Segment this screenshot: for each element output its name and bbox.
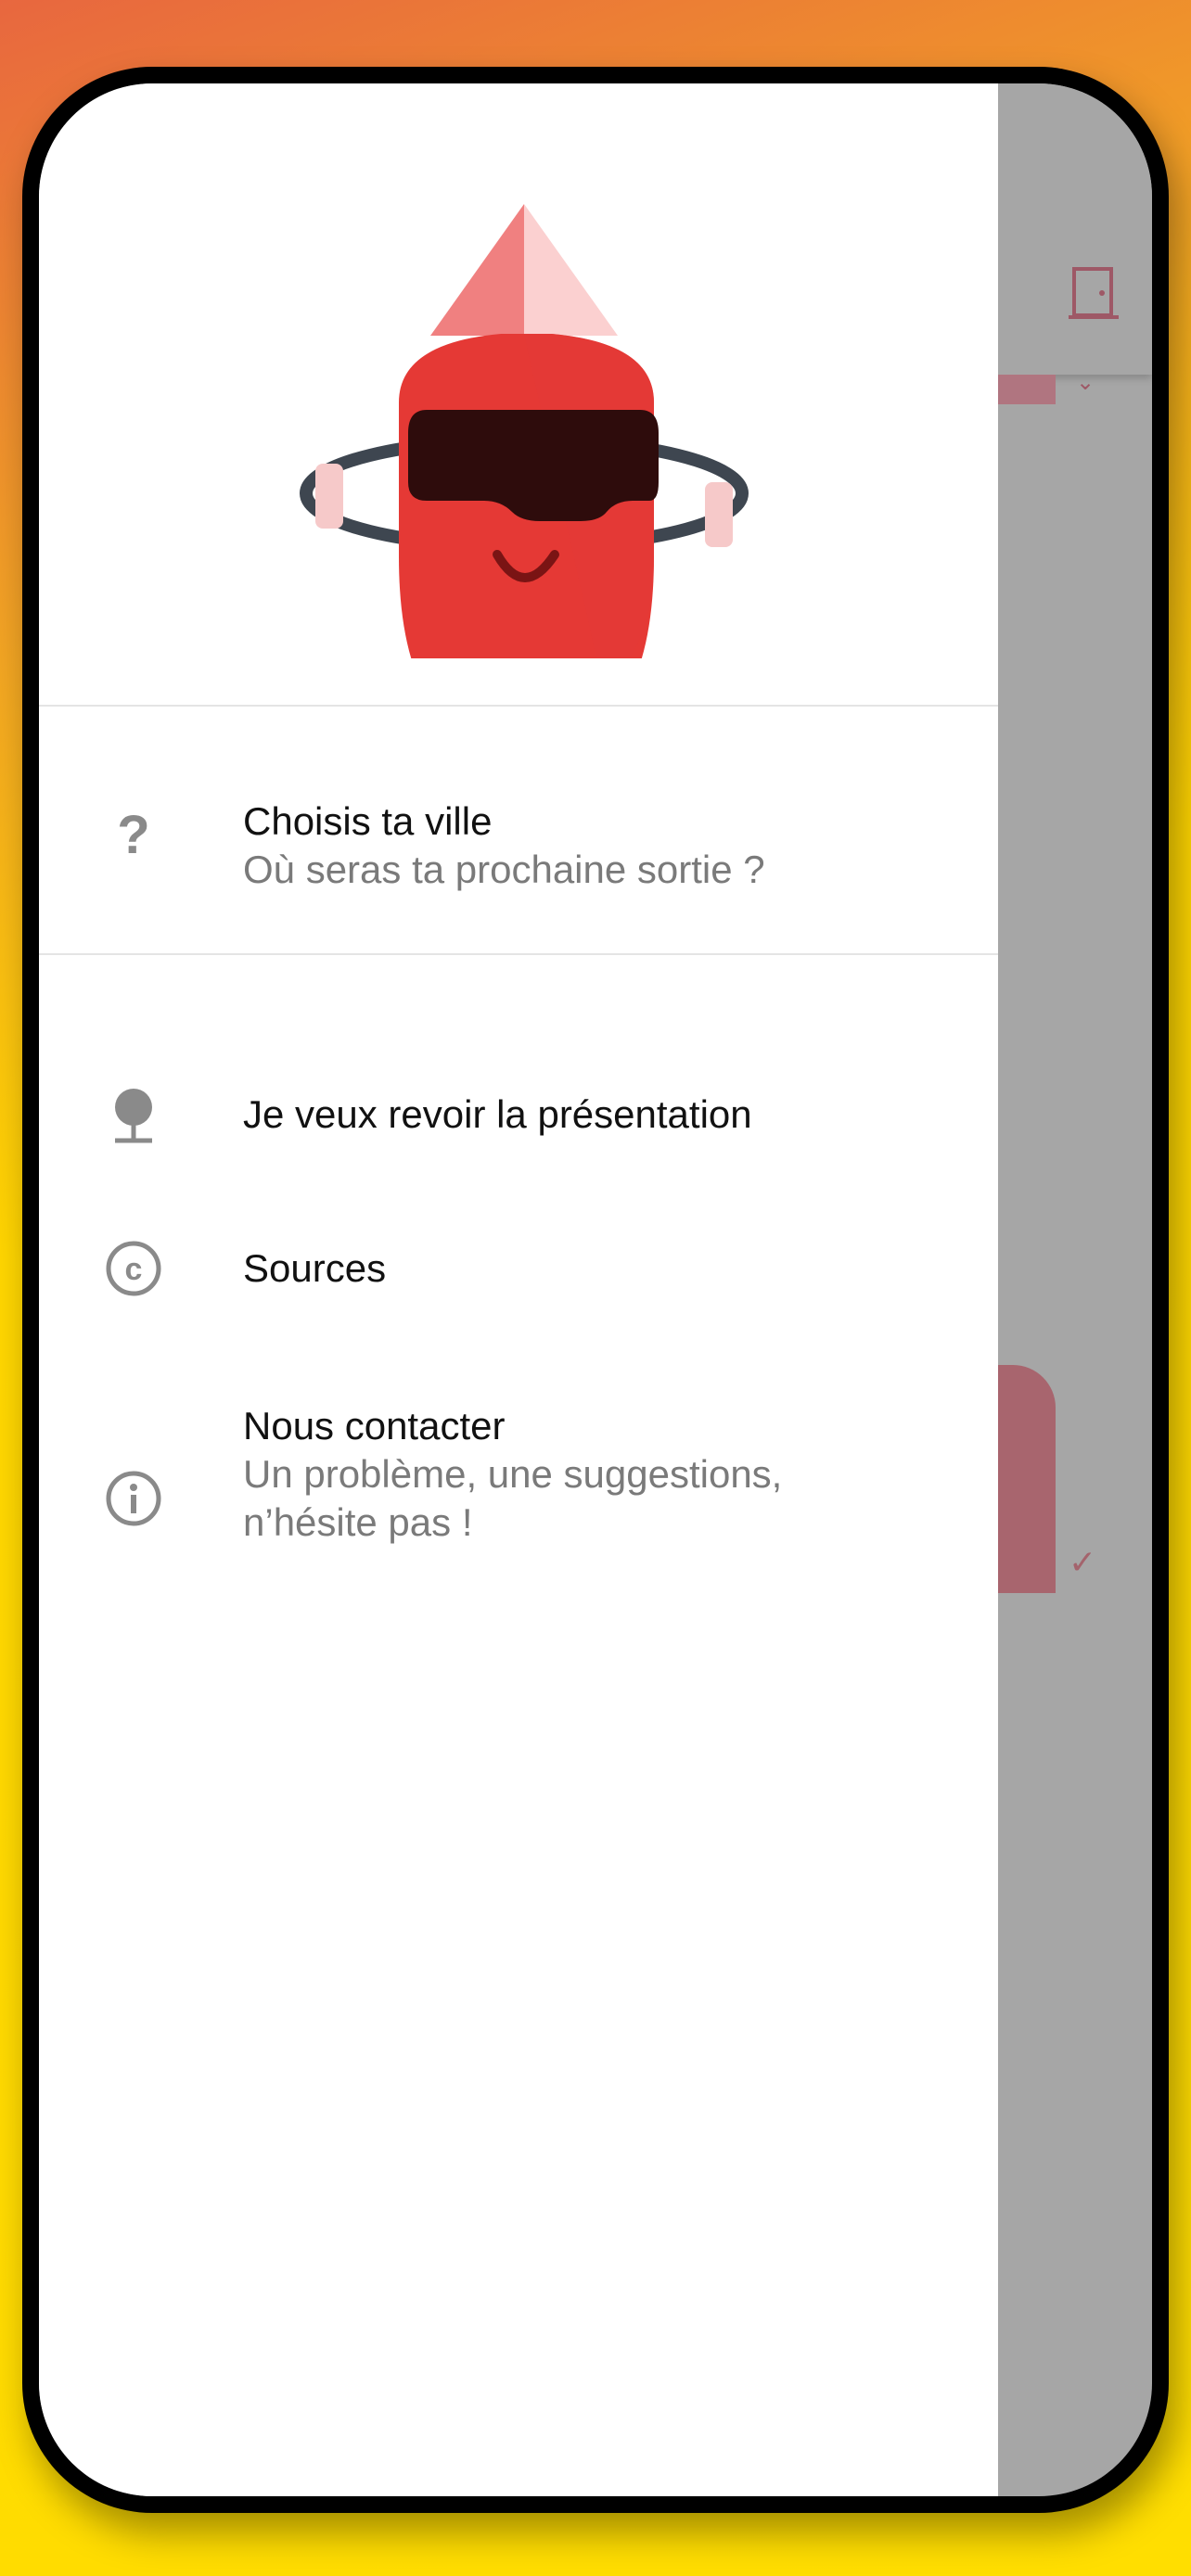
phone-screen: ⌄ ✓ ? Choisis ta ville Où seras ta proch… <box>39 83 1152 2496</box>
menu-item-presentation[interactable]: Je veux revoir la présentation <box>39 1085 998 1178</box>
copyright-icon: c <box>106 1241 161 1296</box>
check-icon: ✓ <box>1069 1543 1097 1581</box>
vr-mascot-logo <box>300 204 749 658</box>
menu-item-subtitle-line2: n’hésite pas ! <box>243 1500 473 1544</box>
menu-item-title: Je veux revoir la présentation <box>243 1092 752 1136</box>
menu-item-title: Choisis ta ville <box>243 799 493 843</box>
background-list-bar <box>998 375 1056 404</box>
menu-item-subtitle: Où seras ta prochaine sortie ? <box>243 848 765 891</box>
menu-divider <box>39 953 998 955</box>
door-icon[interactable] <box>1069 265 1121 321</box>
menu-item-title: Sources <box>243 1246 387 1290</box>
phone-frame: ⌄ ✓ ? Choisis ta ville Où seras ta proch… <box>22 67 1169 2513</box>
navigation-drawer: ? Choisis ta ville Où seras ta prochaine… <box>39 83 998 2496</box>
presentation-icon <box>115 1089 152 1143</box>
svg-text:?: ? <box>117 807 149 865</box>
menu-item-subtitle-line1: Un problème, une suggestions, <box>243 1452 783 1496</box>
info-icon <box>106 1471 161 1526</box>
menu-item-contact[interactable]: Nous contacter Un problème, une suggesti… <box>39 1404 998 1571</box>
menu-item-choose-city[interactable]: ? Choisis ta ville Où seras ta prochaine… <box>39 797 998 946</box>
svg-text:c: c <box>125 1252 143 1287</box>
drawer-header <box>39 83 998 707</box>
menu-item-title: Nous contacter <box>243 1404 506 1447</box>
question-mark-icon: ? <box>117 807 149 865</box>
menu-item-sources[interactable]: c Sources <box>39 1239 998 1332</box>
background-app-header <box>998 83 1152 375</box>
background-app[interactable]: ⌄ ✓ <box>998 83 1152 2496</box>
background-card <box>998 1365 1056 1593</box>
check-icon: ⌄ <box>1076 370 1095 395</box>
